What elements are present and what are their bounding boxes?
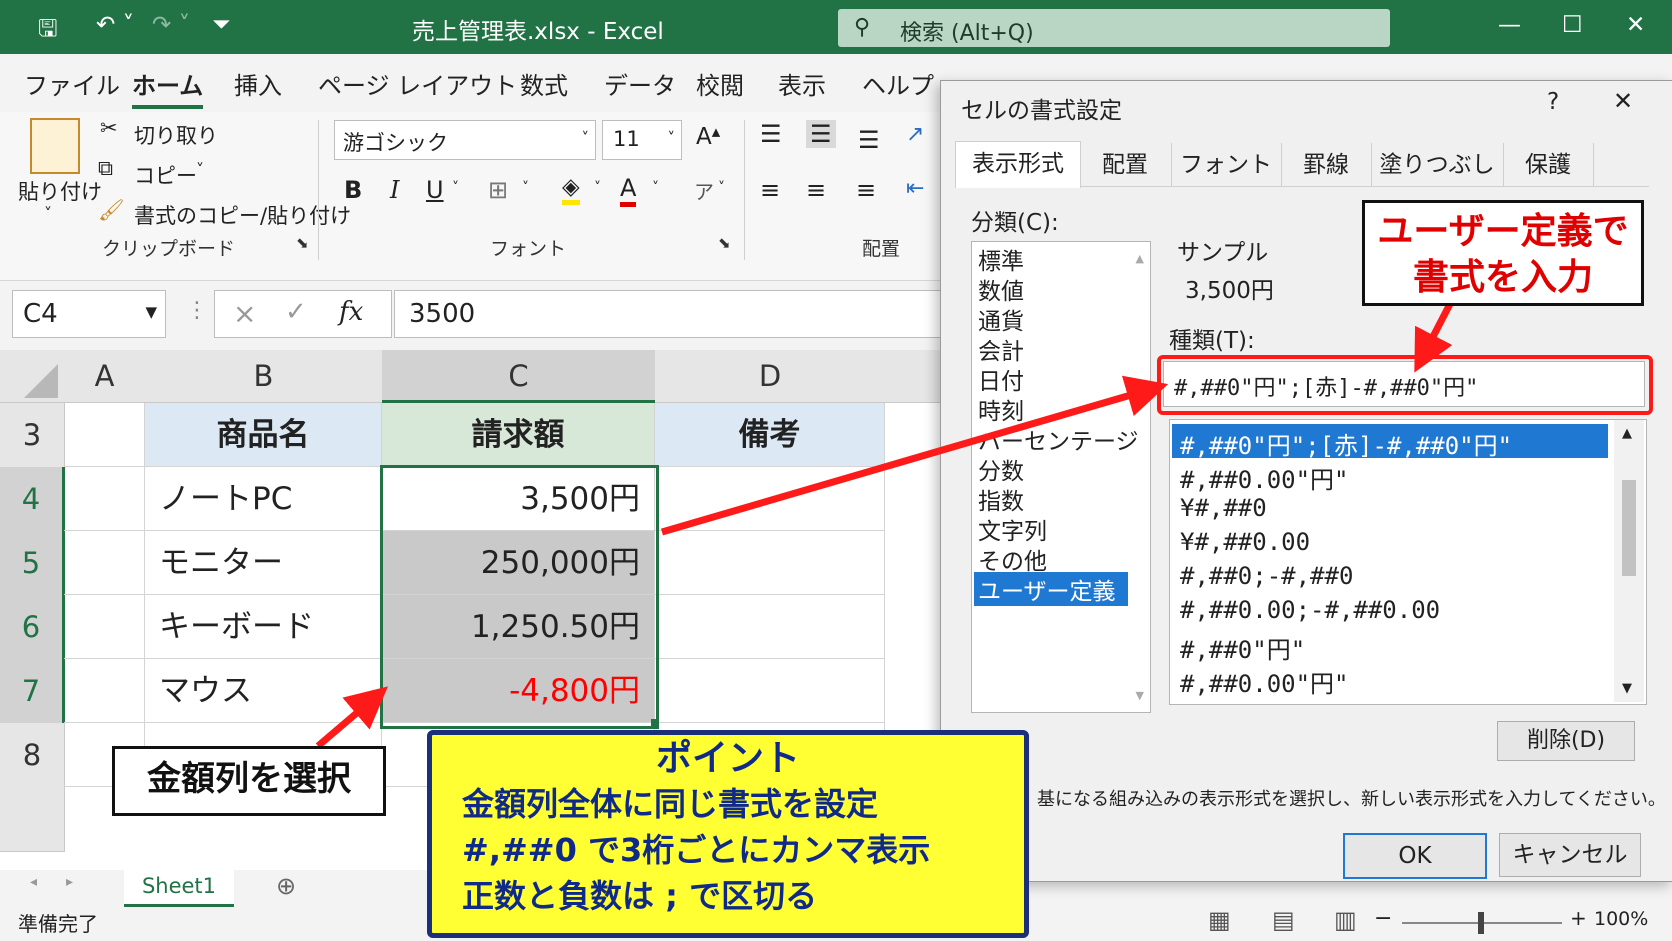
point-line: 正数と負数は ; で区切る: [462, 877, 818, 915]
point-line: 金額列全体に同じ書式を設定: [462, 785, 879, 823]
point-line: #,##0 で3桁ごとにカンマ表示: [462, 831, 931, 869]
callout-line: 書式を入力: [1412, 257, 1593, 298]
arrow-to-type-input: [661, 375, 1169, 536]
point-title: ポイント: [655, 738, 800, 779]
callout-line: ユーザー定義で: [1377, 211, 1629, 252]
select-column-callout: 金額列を選択: [112, 746, 386, 816]
user-defined-callout: ユーザー定義で 書式を入力: [1362, 200, 1644, 306]
point-callout: ポイント 金額列全体に同じ書式を設定 #,##0 で3桁ごとにカンマ表示 正数と…: [427, 730, 1029, 938]
arrow-to-amount-column: [315, 686, 388, 749]
arrow-from-user-defined-callout: [1414, 302, 1454, 373]
